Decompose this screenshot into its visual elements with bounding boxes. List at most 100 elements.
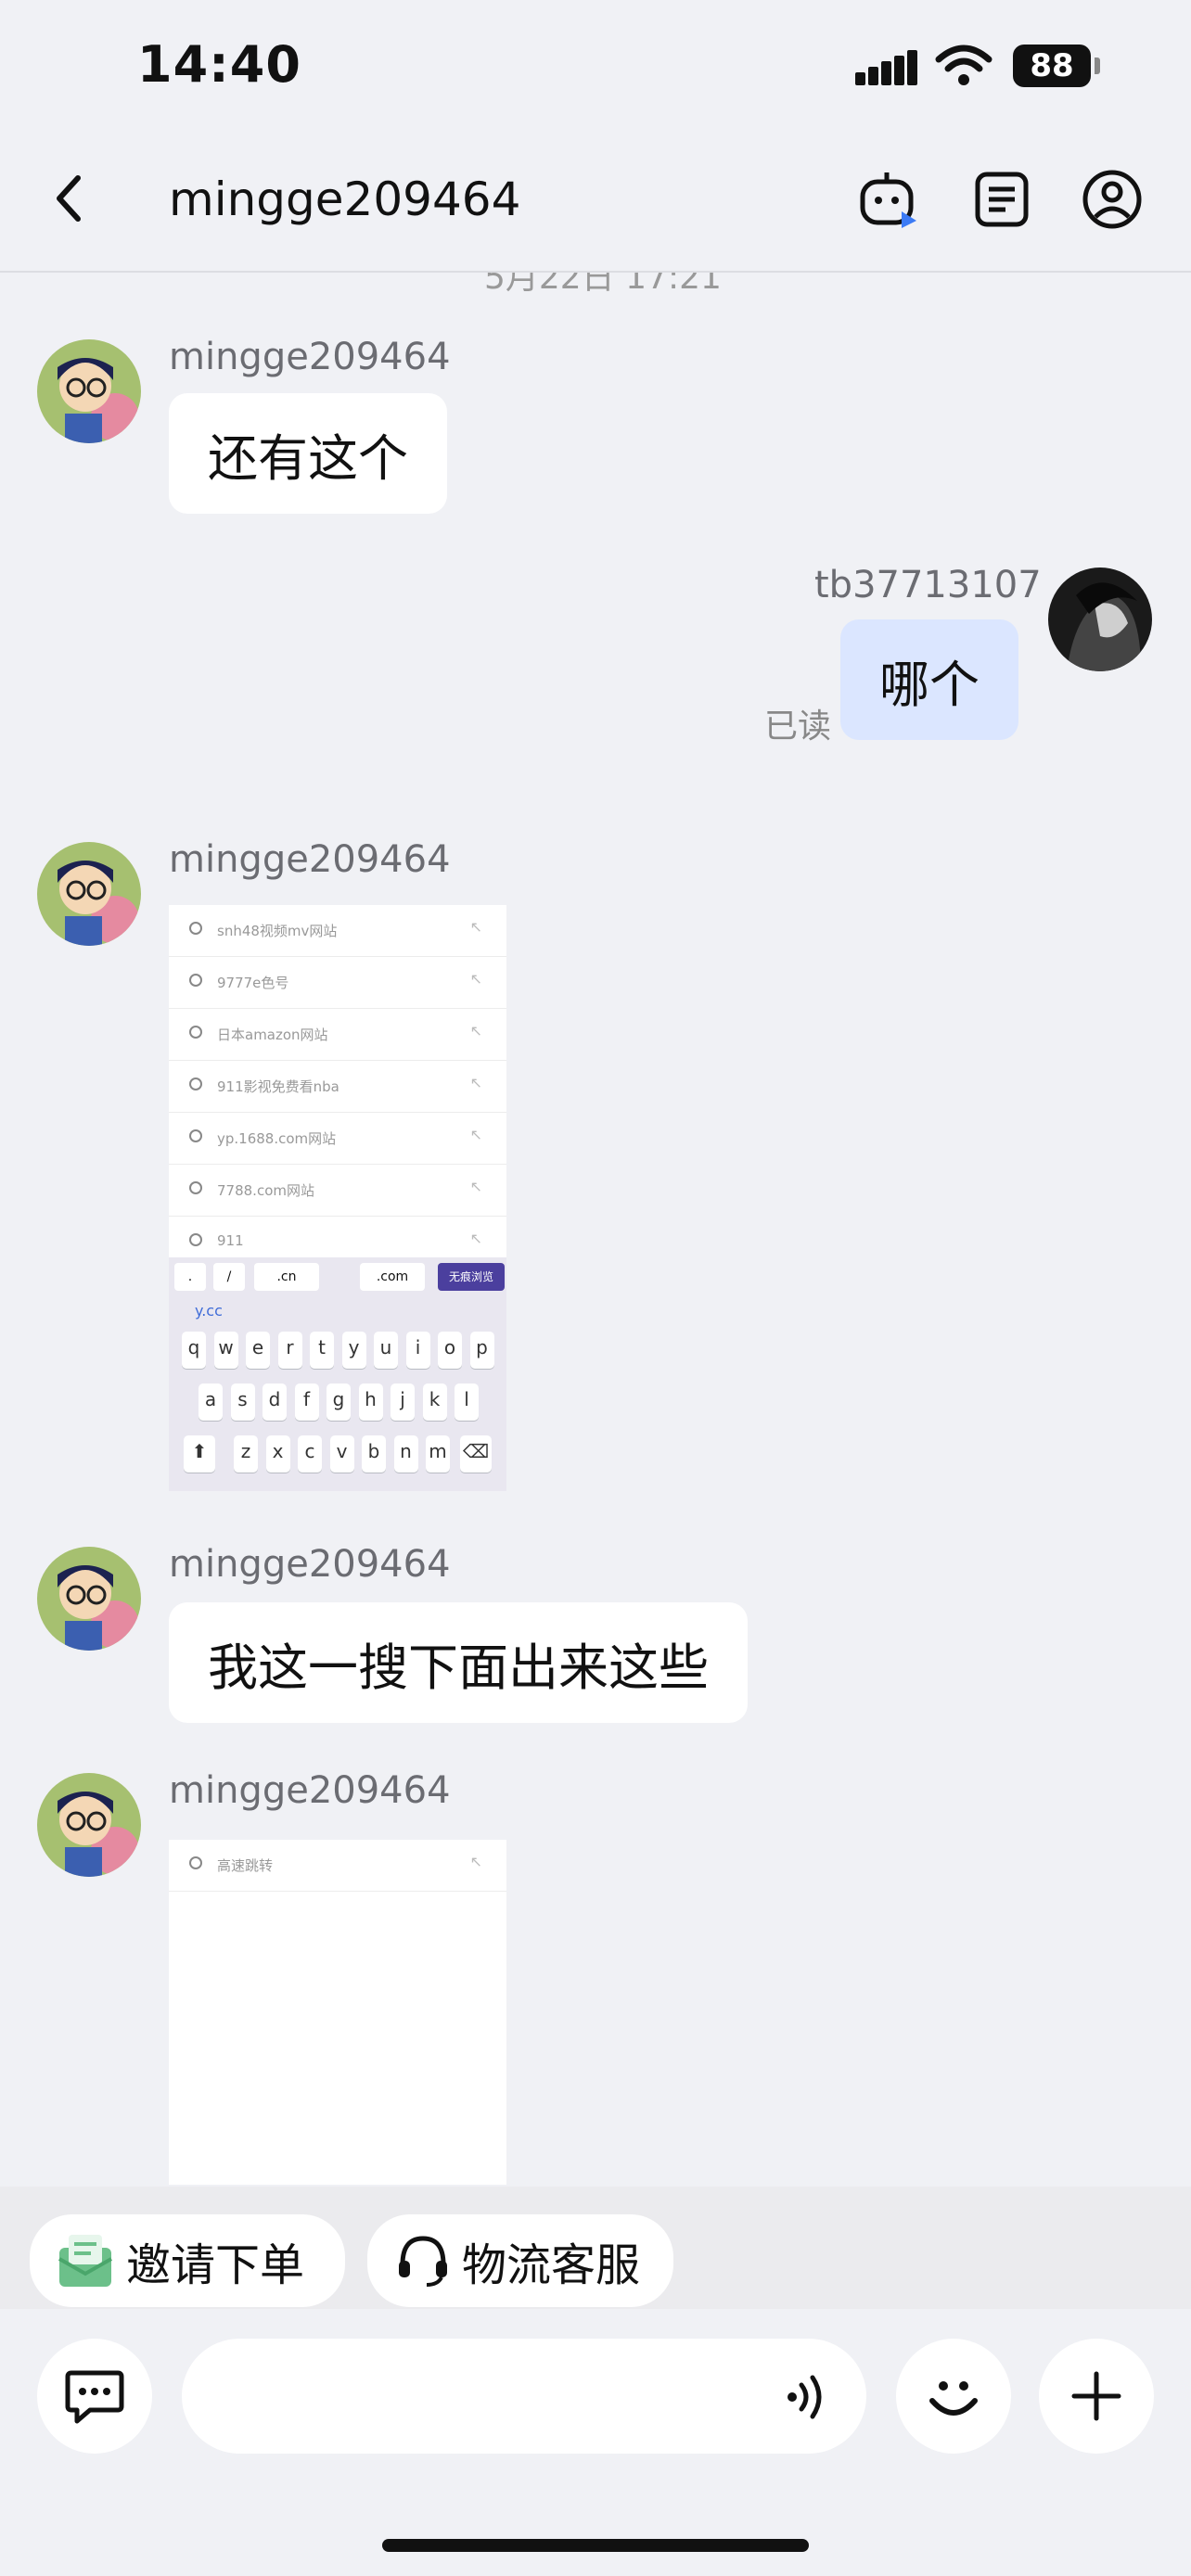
quick-key: . [174, 1263, 206, 1291]
image-message[interactable]: 高速跳转 ↖ [169, 1840, 506, 2185]
message-bubble[interactable]: 哪个 [840, 619, 1018, 740]
signal-icon [855, 46, 920, 93]
key-l: l [455, 1384, 479, 1421]
key-o: o [438, 1332, 462, 1369]
battery-icon: 88 [1013, 45, 1091, 87]
search-icon [189, 922, 202, 935]
arrow-icon: ↖ [469, 918, 482, 936]
search-result-row: 7788.com网站 ↖ [169, 1165, 506, 1217]
key-k: k [422, 1384, 447, 1421]
key-p: p [469, 1332, 494, 1369]
key-d: d [263, 1384, 287, 1421]
keyboard: . / .cn .com 无痕浏览 y.cc qwertyuiop asdfgh… [169, 1257, 506, 1491]
chat-mode-button[interactable] [37, 2339, 152, 2454]
read-status: 已读 [764, 708, 832, 746]
arrow-icon: ↖ [469, 1074, 482, 1091]
sender-name: mingge209464 [169, 336, 451, 378]
key-x: x [265, 1435, 290, 1473]
voice-icon[interactable] [785, 2370, 833, 2428]
chip-label: 邀请下单 [126, 2239, 305, 2291]
arrow-icon: ↖ [469, 1230, 482, 1247]
search-result-row: yp.1688.com网站 ↖ [169, 1113, 506, 1165]
headset-icon [395, 2233, 451, 2289]
key-y: y [341, 1332, 366, 1369]
delete-key-icon: ⌫ [460, 1435, 492, 1473]
arrow-icon: ↖ [469, 1853, 482, 1870]
search-result-row: 911影视免费看nba ↖ [169, 1061, 506, 1113]
battery-tip [1095, 57, 1100, 74]
message-text: 还有这个 [208, 428, 408, 488]
wifi-icon [935, 43, 992, 91]
key-j: j [391, 1384, 415, 1421]
status-time: 14:40 [137, 35, 301, 94]
keyboard-row: zxcvbnm [169, 1435, 506, 1476]
invite-order-icon [56, 2231, 115, 2290]
search-result-row: snh48视频mv网站 ↖ [169, 905, 506, 957]
page-title: mingge209464 [169, 172, 521, 226]
sender-name: mingge209464 [169, 1769, 451, 1812]
key-c: c [298, 1435, 322, 1473]
search-icon [189, 1856, 202, 1869]
quick-key: / [213, 1263, 245, 1291]
arrow-icon: ↖ [469, 1022, 482, 1039]
avatar[interactable] [1048, 567, 1152, 671]
chip-label: 物流客服 [462, 2239, 641, 2291]
logistics-service-chip[interactable]: 物流客服 [367, 2214, 674, 2307]
sender-name: mingge209464 [169, 1543, 451, 1586]
key-i: i [405, 1332, 430, 1369]
emoji-button[interactable] [896, 2339, 1011, 2454]
arrow-icon: ↖ [469, 970, 482, 988]
key-g: g [327, 1384, 351, 1421]
incognito-button: 无痕浏览 [438, 1263, 505, 1291]
quick-key: .cn [254, 1263, 319, 1291]
arrow-icon: ↖ [469, 1178, 482, 1195]
sender-name: mingge209464 [169, 838, 451, 881]
robot-icon[interactable] [857, 169, 920, 236]
key-u: u [374, 1332, 398, 1369]
search-icon [189, 1078, 202, 1090]
key-w: w [213, 1332, 238, 1369]
message-bubble[interactable]: 还有这个 [169, 393, 447, 514]
profile-icon[interactable] [1082, 169, 1143, 234]
add-button[interactable] [1039, 2339, 1154, 2454]
search-result-row: 日本amazon网站 ↖ [169, 1009, 506, 1061]
keyboard-row: asdfghjkl [169, 1384, 506, 1424]
key-s: s [230, 1384, 255, 1421]
avatar[interactable] [37, 1547, 141, 1651]
plus-icon [1071, 2371, 1121, 2421]
key-b: b [362, 1435, 386, 1473]
key-z: z [234, 1435, 258, 1473]
avatar[interactable] [37, 842, 141, 946]
image-message[interactable]: snh48视频mv网站 ↖ 9777e色号 ↖ 日本amazon网站 ↖ 911影视免… [169, 905, 506, 1491]
key-t: t [310, 1332, 334, 1369]
key-q: q [182, 1332, 206, 1369]
key-v: v [329, 1435, 354, 1473]
search-result-row: 9777e色号 ↖ [169, 957, 506, 1009]
quick-key: .com [360, 1263, 425, 1291]
orders-icon[interactable] [972, 169, 1031, 232]
key-m: m [426, 1435, 450, 1473]
back-icon[interactable] [50, 172, 87, 228]
search-icon [189, 1181, 202, 1194]
key-n: n [393, 1435, 418, 1473]
message-text: 我这一搜下面出来这些 [208, 1638, 709, 1697]
shift-key-icon: ⬆ [184, 1435, 215, 1473]
key-h: h [358, 1384, 383, 1421]
battery-level: 88 [1030, 47, 1074, 84]
search-icon [189, 1129, 202, 1142]
key-e: e [246, 1332, 270, 1369]
search-icon [189, 1026, 202, 1039]
smile-icon [929, 2381, 978, 2416]
message-input[interactable] [182, 2339, 866, 2454]
message-text: 哪个 [879, 655, 980, 714]
search-icon [189, 1233, 202, 1246]
arrow-icon: ↖ [469, 1126, 482, 1143]
keyboard-row: qwertyuiop [169, 1332, 506, 1372]
message-bubble[interactable]: 我这一搜下面出来这些 [169, 1602, 748, 1723]
invite-order-chip[interactable]: 邀请下单 [30, 2214, 346, 2307]
avatar[interactable] [37, 339, 141, 443]
avatar[interactable] [37, 1773, 141, 1877]
key-a: a [198, 1384, 223, 1421]
sender-name: tb37713107 [814, 564, 1042, 606]
message-icon [65, 2370, 124, 2424]
